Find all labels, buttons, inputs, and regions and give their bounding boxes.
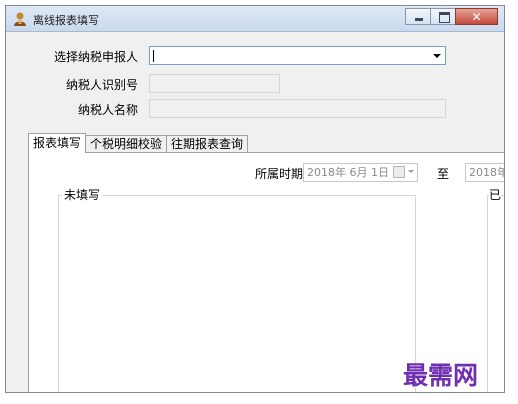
tab-bar: 报表填写 个税明细校验 往期报表查询 — [28, 133, 249, 153]
minimize-icon — [415, 18, 423, 21]
app-icon — [12, 11, 28, 27]
window-controls: ✕ — [405, 8, 498, 25]
end-date-field[interactable]: 2018年 — [465, 163, 505, 182]
text-caret — [153, 50, 154, 62]
end-date-text: 2018年 — [469, 166, 505, 179]
watermark-logo: 最需网 — [403, 361, 479, 390]
minimize-button[interactable] — [405, 8, 431, 25]
taxpayer-name-label: 纳税人名称 — [77, 103, 138, 117]
close-button[interactable]: ✕ — [455, 8, 498, 25]
maximize-icon — [439, 12, 450, 23]
start-date-field[interactable]: 2018年 6月 1日 — [303, 163, 418, 182]
taxpayer-id-field — [149, 74, 280, 93]
dropdown-arrow-icon[interactable] — [433, 54, 441, 58]
unfilled-group-title: 未填写 — [62, 186, 103, 203]
close-icon: ✕ — [471, 10, 482, 24]
period-label: 所属时期 — [255, 167, 304, 181]
title-bar[interactable]: 离线报表填写 ✕ — [6, 6, 504, 32]
tab-tax-detail-check[interactable]: 个税明细校验 — [85, 135, 168, 152]
to-label: 至 — [437, 167, 450, 181]
window-title: 离线报表填写 — [33, 14, 99, 27]
taxpayer-select[interactable] — [149, 46, 446, 65]
calendar-icon[interactable] — [393, 166, 405, 178]
filled-group-title: 已 — [489, 186, 502, 203]
filled-group — [487, 195, 504, 392]
taxpayer-id-label: 纳税人识别号 — [65, 78, 138, 92]
chevron-down-icon[interactable] — [408, 170, 414, 173]
tab-report-fill[interactable]: 报表填写 — [28, 133, 87, 153]
start-date-text: 2018年 6月 1日 — [307, 166, 389, 179]
taxpayer-name-field — [149, 99, 446, 118]
maximize-button[interactable] — [430, 8, 456, 25]
unfilled-group — [58, 195, 416, 392]
select-taxpayer-label: 选择纳税申报人 — [53, 50, 138, 64]
tab-history-query[interactable]: 往期报表查询 — [166, 135, 249, 152]
app-window: 离线报表填写 ✕ 选择纳税申报人 纳税人识别号 纳税人名称 报表填写 个税明细校… — [5, 5, 505, 393]
